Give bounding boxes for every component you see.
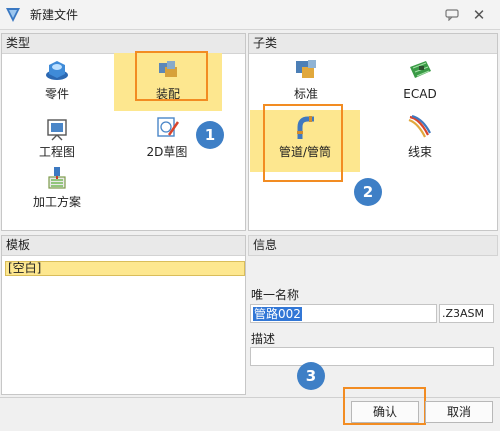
unique-name-value: 管路002 bbox=[253, 307, 302, 321]
description-label: 描述 bbox=[251, 332, 276, 346]
type-item-part[interactable]: 零件 bbox=[22, 57, 92, 107]
step-badge-2: 2 bbox=[354, 178, 382, 206]
type-item-drawing[interactable]: 工程图 bbox=[22, 117, 92, 165]
description-input[interactable] bbox=[250, 347, 494, 366]
help-icon[interactable] bbox=[441, 4, 463, 26]
template-item-blank[interactable]: [空白] bbox=[5, 261, 245, 276]
subtype-item-harness[interactable]: 线束 bbox=[380, 113, 460, 163]
subtype-panel-header: 子类 bbox=[249, 34, 497, 54]
type-item-label: 零件 bbox=[44, 87, 69, 101]
info-panel-header: 信息 bbox=[248, 235, 498, 256]
harness-icon bbox=[408, 114, 431, 138]
subtype-item-ecad[interactable]: ECAD bbox=[380, 57, 460, 107]
type-panel-header: 类型 bbox=[2, 34, 245, 54]
highlight-box-confirm bbox=[343, 387, 426, 425]
template-panel-header: 模板 bbox=[2, 236, 245, 256]
type-item-label: 工程图 bbox=[38, 145, 75, 159]
sketch-2d-icon bbox=[157, 117, 180, 137]
type-item-label: 2D草图 bbox=[146, 145, 188, 159]
cancel-button[interactable]: 取消 bbox=[425, 401, 493, 423]
close-icon[interactable]: ✕ bbox=[468, 4, 490, 26]
unique-name-label: 唯一名称 bbox=[251, 288, 300, 302]
highlight-box-piping bbox=[263, 104, 343, 182]
subtype-item-label: 标准 bbox=[293, 87, 318, 101]
machining-icon bbox=[48, 167, 66, 189]
drawing-icon bbox=[47, 119, 67, 141]
type-item-machining[interactable]: 加工方案 bbox=[22, 165, 92, 215]
window-title: 新建文件 bbox=[30, 8, 79, 22]
part-icon bbox=[46, 61, 68, 80]
step-badge-3: 3 bbox=[297, 362, 325, 390]
standard-icon bbox=[296, 60, 316, 78]
type-item-2d-sketch[interactable]: 2D草图 bbox=[132, 115, 202, 163]
extension-field: .Z3ASM bbox=[439, 304, 494, 323]
unique-name-input[interactable]: 管路002 bbox=[250, 304, 437, 323]
step-badge-1: 1 bbox=[196, 121, 224, 149]
highlight-box-assembly bbox=[135, 51, 208, 101]
subtype-item-label: ECAD bbox=[403, 87, 437, 101]
template-panel: 模板 [空白] bbox=[1, 235, 246, 395]
subtype-item-standard[interactable]: 标准 bbox=[266, 57, 346, 107]
app-logo-icon bbox=[4, 6, 22, 24]
type-item-label: 加工方案 bbox=[32, 195, 81, 209]
ecad-icon bbox=[410, 61, 431, 78]
subtype-item-label: 线束 bbox=[407, 145, 432, 159]
